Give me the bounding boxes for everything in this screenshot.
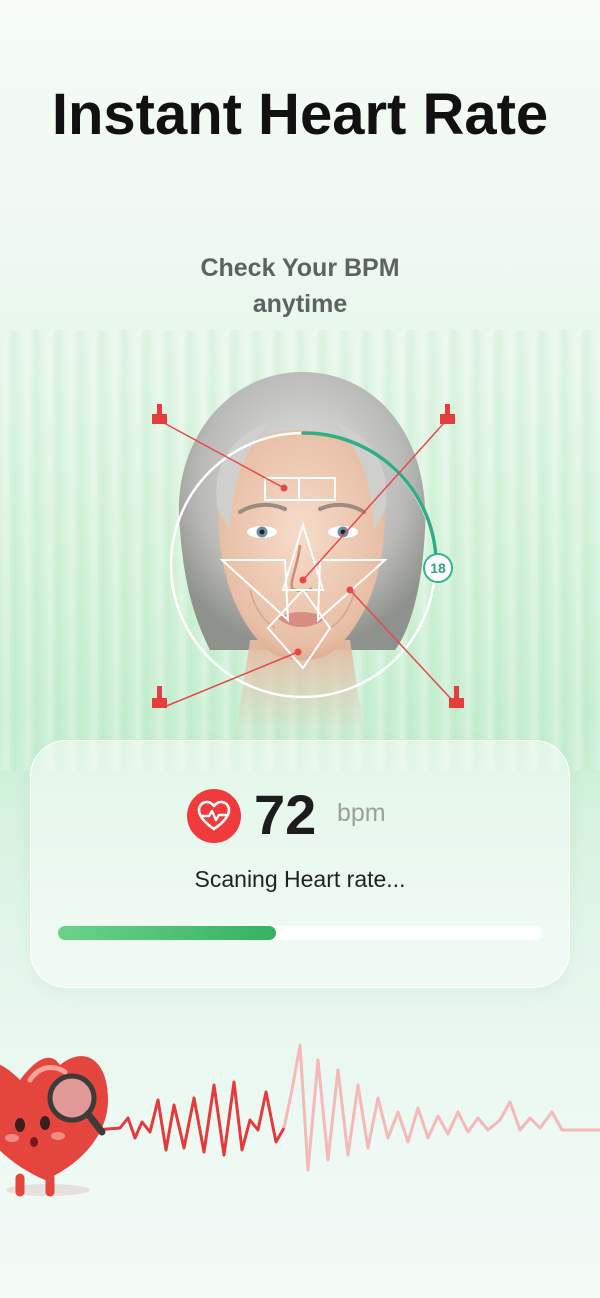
bpm-unit: bpm bbox=[337, 799, 386, 827]
subtitle-line-1: Check Your BPM bbox=[200, 254, 400, 282]
scan-progress-bar bbox=[58, 926, 542, 940]
heart-mascot-magnifier bbox=[0, 1056, 108, 1197]
page-title: Instant Heart Rate bbox=[51, 82, 549, 147]
face-photo bbox=[140, 360, 460, 740]
scan-timer-badge: 18 bbox=[423, 553, 453, 583]
scan-status-label: Scaning Heart rate... bbox=[194, 866, 406, 892]
subtitle-line-2: anytime bbox=[252, 290, 348, 318]
scan-progress-fill bbox=[58, 926, 276, 940]
bpm-value: 72 bbox=[254, 783, 317, 846]
heart-pulse-icon bbox=[187, 789, 241, 843]
page-subtitle: Check Your BPM anytime bbox=[0, 250, 600, 322]
